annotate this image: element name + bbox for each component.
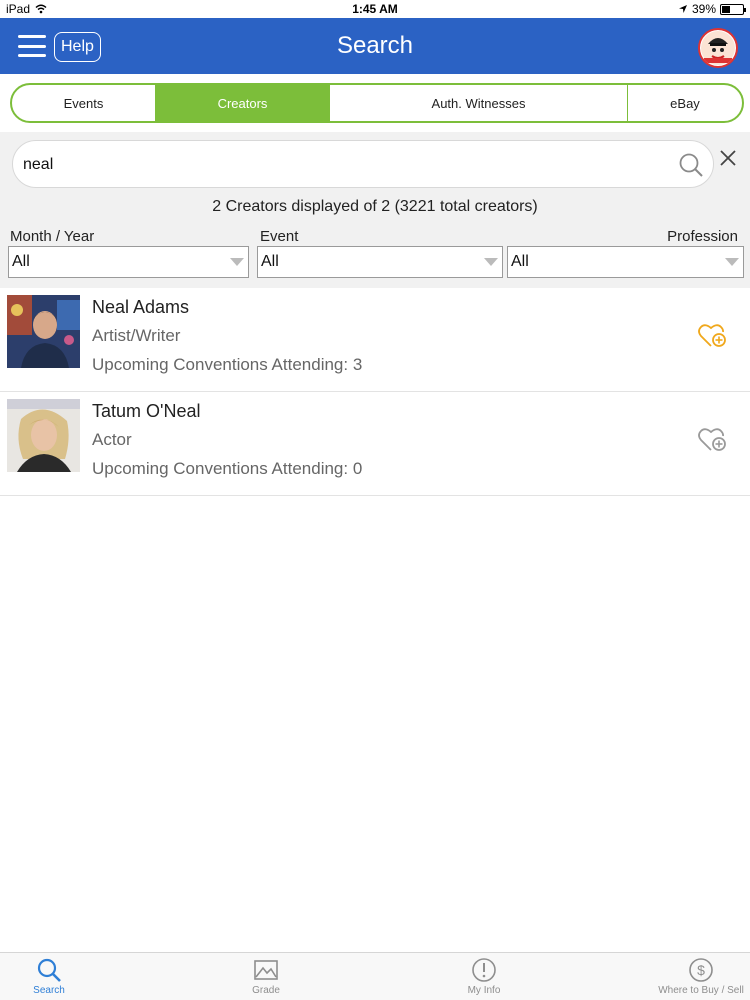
status-right: 39%: [678, 2, 746, 16]
creator-photo: [7, 399, 80, 472]
bottom-tab-my-info[interactable]: My Info: [424, 957, 544, 996]
list-item[interactable]: Tatum O'Neal Actor Upcoming Conventions …: [0, 392, 750, 496]
bottom-tab-label: Where to Buy / Sell: [658, 985, 744, 996]
battery-icon: [720, 3, 746, 15]
segment-tabs: Events Creators Auth. Witnesses eBay: [10, 83, 744, 123]
chevron-down-icon: [484, 258, 498, 266]
bottom-tab-label: Search: [33, 985, 65, 996]
magnifier-icon: [37, 958, 61, 982]
battery-percent: 39%: [691, 2, 716, 16]
bottom-tab-label: Grade: [252, 985, 280, 996]
filter-label-month-year: Month / Year: [10, 228, 95, 245]
exclamation-circle-icon: [472, 958, 496, 982]
bottom-tab-grade[interactable]: Grade: [206, 957, 326, 996]
search-input[interactable]: [23, 151, 663, 179]
chevron-down-icon: [230, 258, 244, 266]
bottom-tab-search[interactable]: Search: [0, 957, 109, 996]
event-select[interactable]: All: [257, 246, 503, 278]
app-logo[interactable]: [698, 28, 738, 68]
filter-label-event: Event: [260, 228, 299, 245]
results-list: Neal Adams Artist/Writer Upcoming Conven…: [0, 288, 750, 496]
result-count: 2 Creators displayed of 2 (3221 total cr…: [212, 198, 538, 215]
creator-profession: Actor: [92, 430, 132, 449]
search-panel: 2 Creators displayed of 2 (3221 total cr…: [0, 132, 750, 288]
creator-conventions: Upcoming Conventions Attending: 3: [92, 355, 363, 374]
status-bar: iPad 1:45 AM 39%: [0, 0, 750, 18]
search-box: [12, 140, 714, 188]
creator-name: Tatum O'Neal: [92, 401, 201, 421]
creator-name: Neal Adams: [92, 297, 190, 317]
creator-profession: Artist/Writer: [92, 326, 181, 345]
status-time: 1:45 AM: [352, 2, 398, 16]
event-value: All: [261, 253, 279, 270]
bottom-tab-bar: Search Grade My Info $ Where to Buy / Se…: [0, 952, 750, 1000]
creator-conventions: Upcoming Conventions Attending: 0: [92, 459, 363, 478]
location-arrow-icon: [678, 5, 687, 13]
filter-label-profession: Profession: [667, 228, 738, 245]
bottom-tab-label: My Info: [467, 985, 501, 996]
app-header: Help Search: [0, 18, 750, 74]
svg-text:$: $: [697, 962, 705, 978]
profession-select[interactable]: All: [507, 246, 744, 278]
heart-plus-icon[interactable]: [698, 426, 728, 454]
image-icon: [254, 960, 278, 980]
bottom-tab-where-to-buy-sell[interactable]: $ Where to Buy / Sell: [640, 957, 750, 996]
page-title: Search: [336, 32, 414, 59]
month-year-value: All: [12, 253, 30, 270]
chevron-down-icon: [725, 258, 739, 266]
heart-plus-icon[interactable]: [698, 322, 728, 350]
search-icon[interactable]: [677, 151, 705, 179]
close-icon[interactable]: [718, 148, 738, 168]
month-year-select[interactable]: All: [8, 246, 249, 278]
dollar-circle-icon: $: [689, 958, 713, 982]
tab-events[interactable]: Events: [12, 85, 156, 121]
list-item[interactable]: Neal Adams Artist/Writer Upcoming Conven…: [0, 288, 750, 392]
tab-creators[interactable]: Creators: [156, 85, 330, 121]
tab-auth-witnesses[interactable]: Auth. Witnesses: [330, 85, 628, 121]
creator-photo: [7, 295, 80, 368]
tab-ebay[interactable]: eBay: [628, 85, 742, 121]
profession-value: All: [511, 253, 529, 270]
